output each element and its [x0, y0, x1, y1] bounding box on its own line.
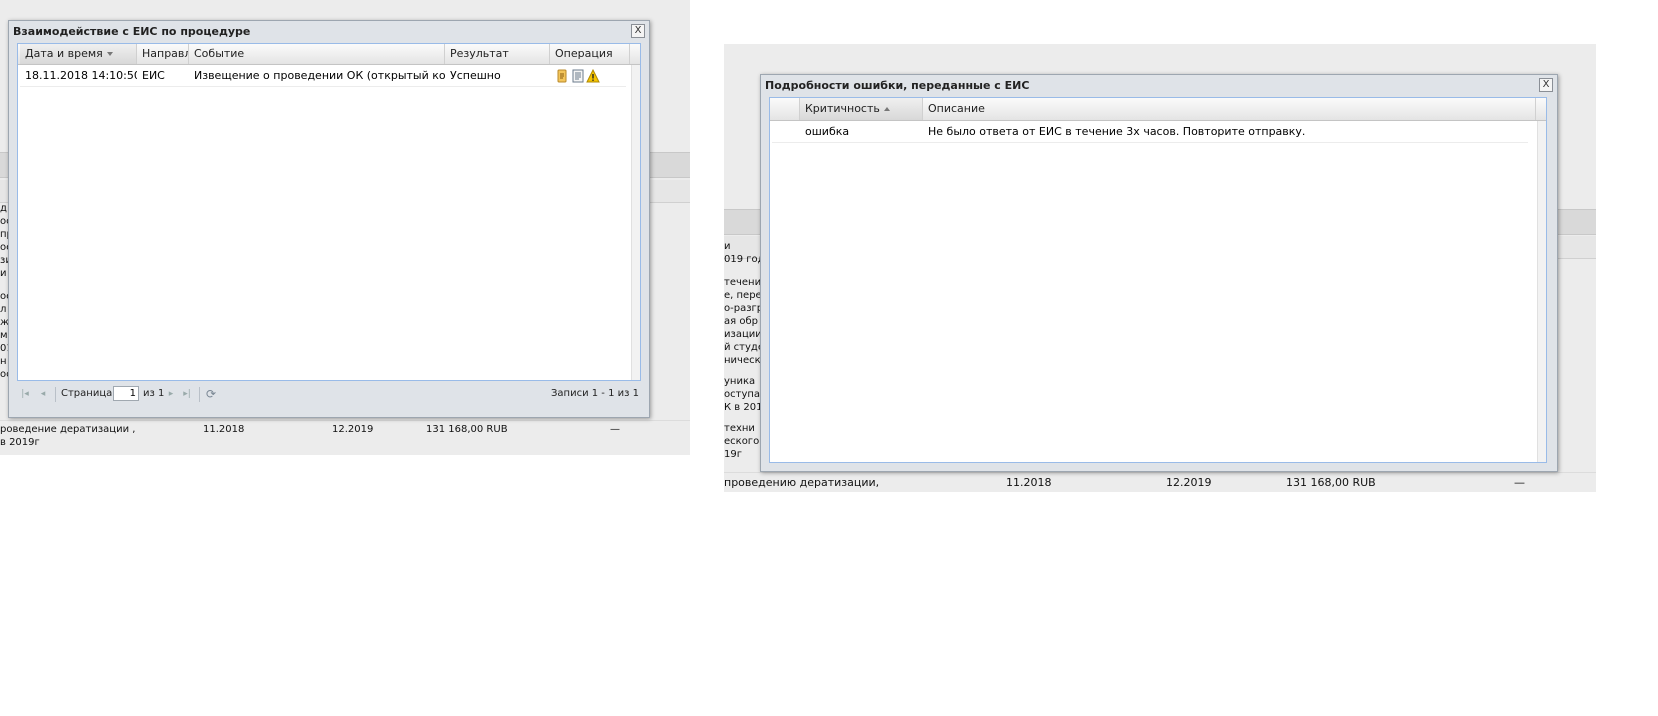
- page-count-label: из 1: [143, 388, 165, 399]
- cell-result: Успешно: [450, 69, 501, 82]
- right-bg-name: проведению дератизации,: [724, 476, 880, 489]
- left-screen-panel: д ос пр ое зи и ое л ж м 01 н ос роведен…: [0, 0, 690, 455]
- close-button[interactable]: X: [1539, 78, 1553, 92]
- right-bg-date2: 12.2019: [1166, 476, 1212, 489]
- pager-toolbar: |◂ ◂ Страница из 1 ▸ ▸| ⟳ Записи 1 - 1 и…: [17, 383, 641, 407]
- left-bg-last-row: роведение дератизации , в 2019г 11.2018 …: [0, 424, 690, 454]
- cell-datetime: 18.11.2018 14:10:50: [25, 69, 137, 82]
- toolbar-separator: [55, 387, 56, 402]
- cell-event: Извещение о проведении ОК (открытый конк…: [194, 69, 445, 82]
- window-title: Взаимодействие с ЕИС по процедуре: [13, 25, 251, 38]
- left-bg-name: роведение дератизации ,: [0, 424, 136, 435]
- error-grid: Критичность Описание ошибка Не было отве…: [769, 97, 1547, 463]
- next-page-icon[interactable]: ▸: [165, 388, 177, 400]
- right-bg-amount: 131 168,00 RUB: [1286, 476, 1376, 489]
- column-header-severity[interactable]: Критичность: [800, 98, 923, 120]
- warning-icon[interactable]: [586, 69, 600, 83]
- grid-header: Дата и время Направл... Событие Результа…: [18, 44, 640, 65]
- left-bg-row-divider: [0, 420, 690, 421]
- column-header-blank: [772, 98, 800, 120]
- records-label: Записи 1 - 1 из 1: [551, 388, 639, 399]
- page-number-input[interactable]: [113, 386, 139, 401]
- left-bg-date1: 11.2018: [203, 424, 245, 435]
- left-bg-date2: 12.2019: [332, 424, 374, 435]
- column-header-event[interactable]: Событие: [189, 44, 445, 64]
- right-bg-date1: 11.2018: [1006, 476, 1052, 489]
- close-icon: X: [1542, 79, 1550, 90]
- cell-severity: ошибка: [805, 125, 850, 138]
- table-row[interactable]: 18.11.2018 14:10:50 ЕИС Извещение о пров…: [20, 66, 626, 87]
- cell-operations: [550, 66, 630, 86]
- interaction-grid: Дата и время Направл... Событие Результа…: [17, 43, 641, 381]
- left-bg-amount: 131 168,00 RUB: [426, 424, 508, 435]
- cell-description: Не было ответа от ЕИС в течение 3х часов…: [928, 125, 1306, 138]
- toolbar-separator: [199, 387, 200, 402]
- error-details-window: Подробности ошибки, переданные с ЕИС X К…: [760, 74, 1558, 472]
- right-screen-panel: и 019 год течени е, пере о-разгр ая обр …: [724, 44, 1596, 492]
- column-header-description[interactable]: Описание: [923, 98, 1536, 120]
- cell-direction: ЕИС: [142, 69, 165, 82]
- last-page-icon[interactable]: ▸|: [181, 388, 193, 400]
- grid-header: Критичность Описание: [770, 98, 1546, 121]
- xml-icon[interactable]: [555, 69, 569, 83]
- right-bg-dash: —: [1514, 476, 1525, 489]
- eis-interaction-window: Взаимодействие с ЕИС по процедуре X Дата…: [8, 20, 650, 418]
- close-icon: X: [634, 25, 642, 36]
- sort-desc-icon: [106, 52, 113, 56]
- close-button[interactable]: X: [631, 24, 645, 38]
- right-bg-row-divider: [724, 472, 1596, 473]
- refresh-icon[interactable]: ⟳: [205, 388, 217, 400]
- document-icon[interactable]: [571, 69, 585, 83]
- vertical-scrollbar[interactable]: [631, 65, 640, 380]
- column-header-direction[interactable]: Направл...: [137, 44, 189, 64]
- sort-asc-icon: [883, 107, 890, 111]
- right-bg-last-row: проведению дератизации, 11.2018 12.2019 …: [724, 476, 1596, 492]
- page-label: Страница: [61, 388, 113, 399]
- vertical-scrollbar[interactable]: [1537, 121, 1546, 462]
- left-bg-dash: —: [610, 424, 620, 435]
- table-row[interactable]: ошибка Не было ответа от ЕИС в течение 3…: [772, 122, 1528, 143]
- column-header-datetime[interactable]: Дата и время: [20, 44, 137, 64]
- column-header-operation[interactable]: Операция: [550, 44, 630, 64]
- first-page-icon[interactable]: |◂: [19, 388, 31, 400]
- prev-page-icon[interactable]: ◂: [37, 388, 49, 400]
- right-bg-text-col: и 019 год течени е, пере о-разгр ая обр …: [724, 241, 765, 460]
- window-title: Подробности ошибки, переданные с ЕИС: [765, 79, 1030, 92]
- left-bg-name-line2: в 2019г: [0, 437, 40, 448]
- column-header-result[interactable]: Результат: [445, 44, 550, 64]
